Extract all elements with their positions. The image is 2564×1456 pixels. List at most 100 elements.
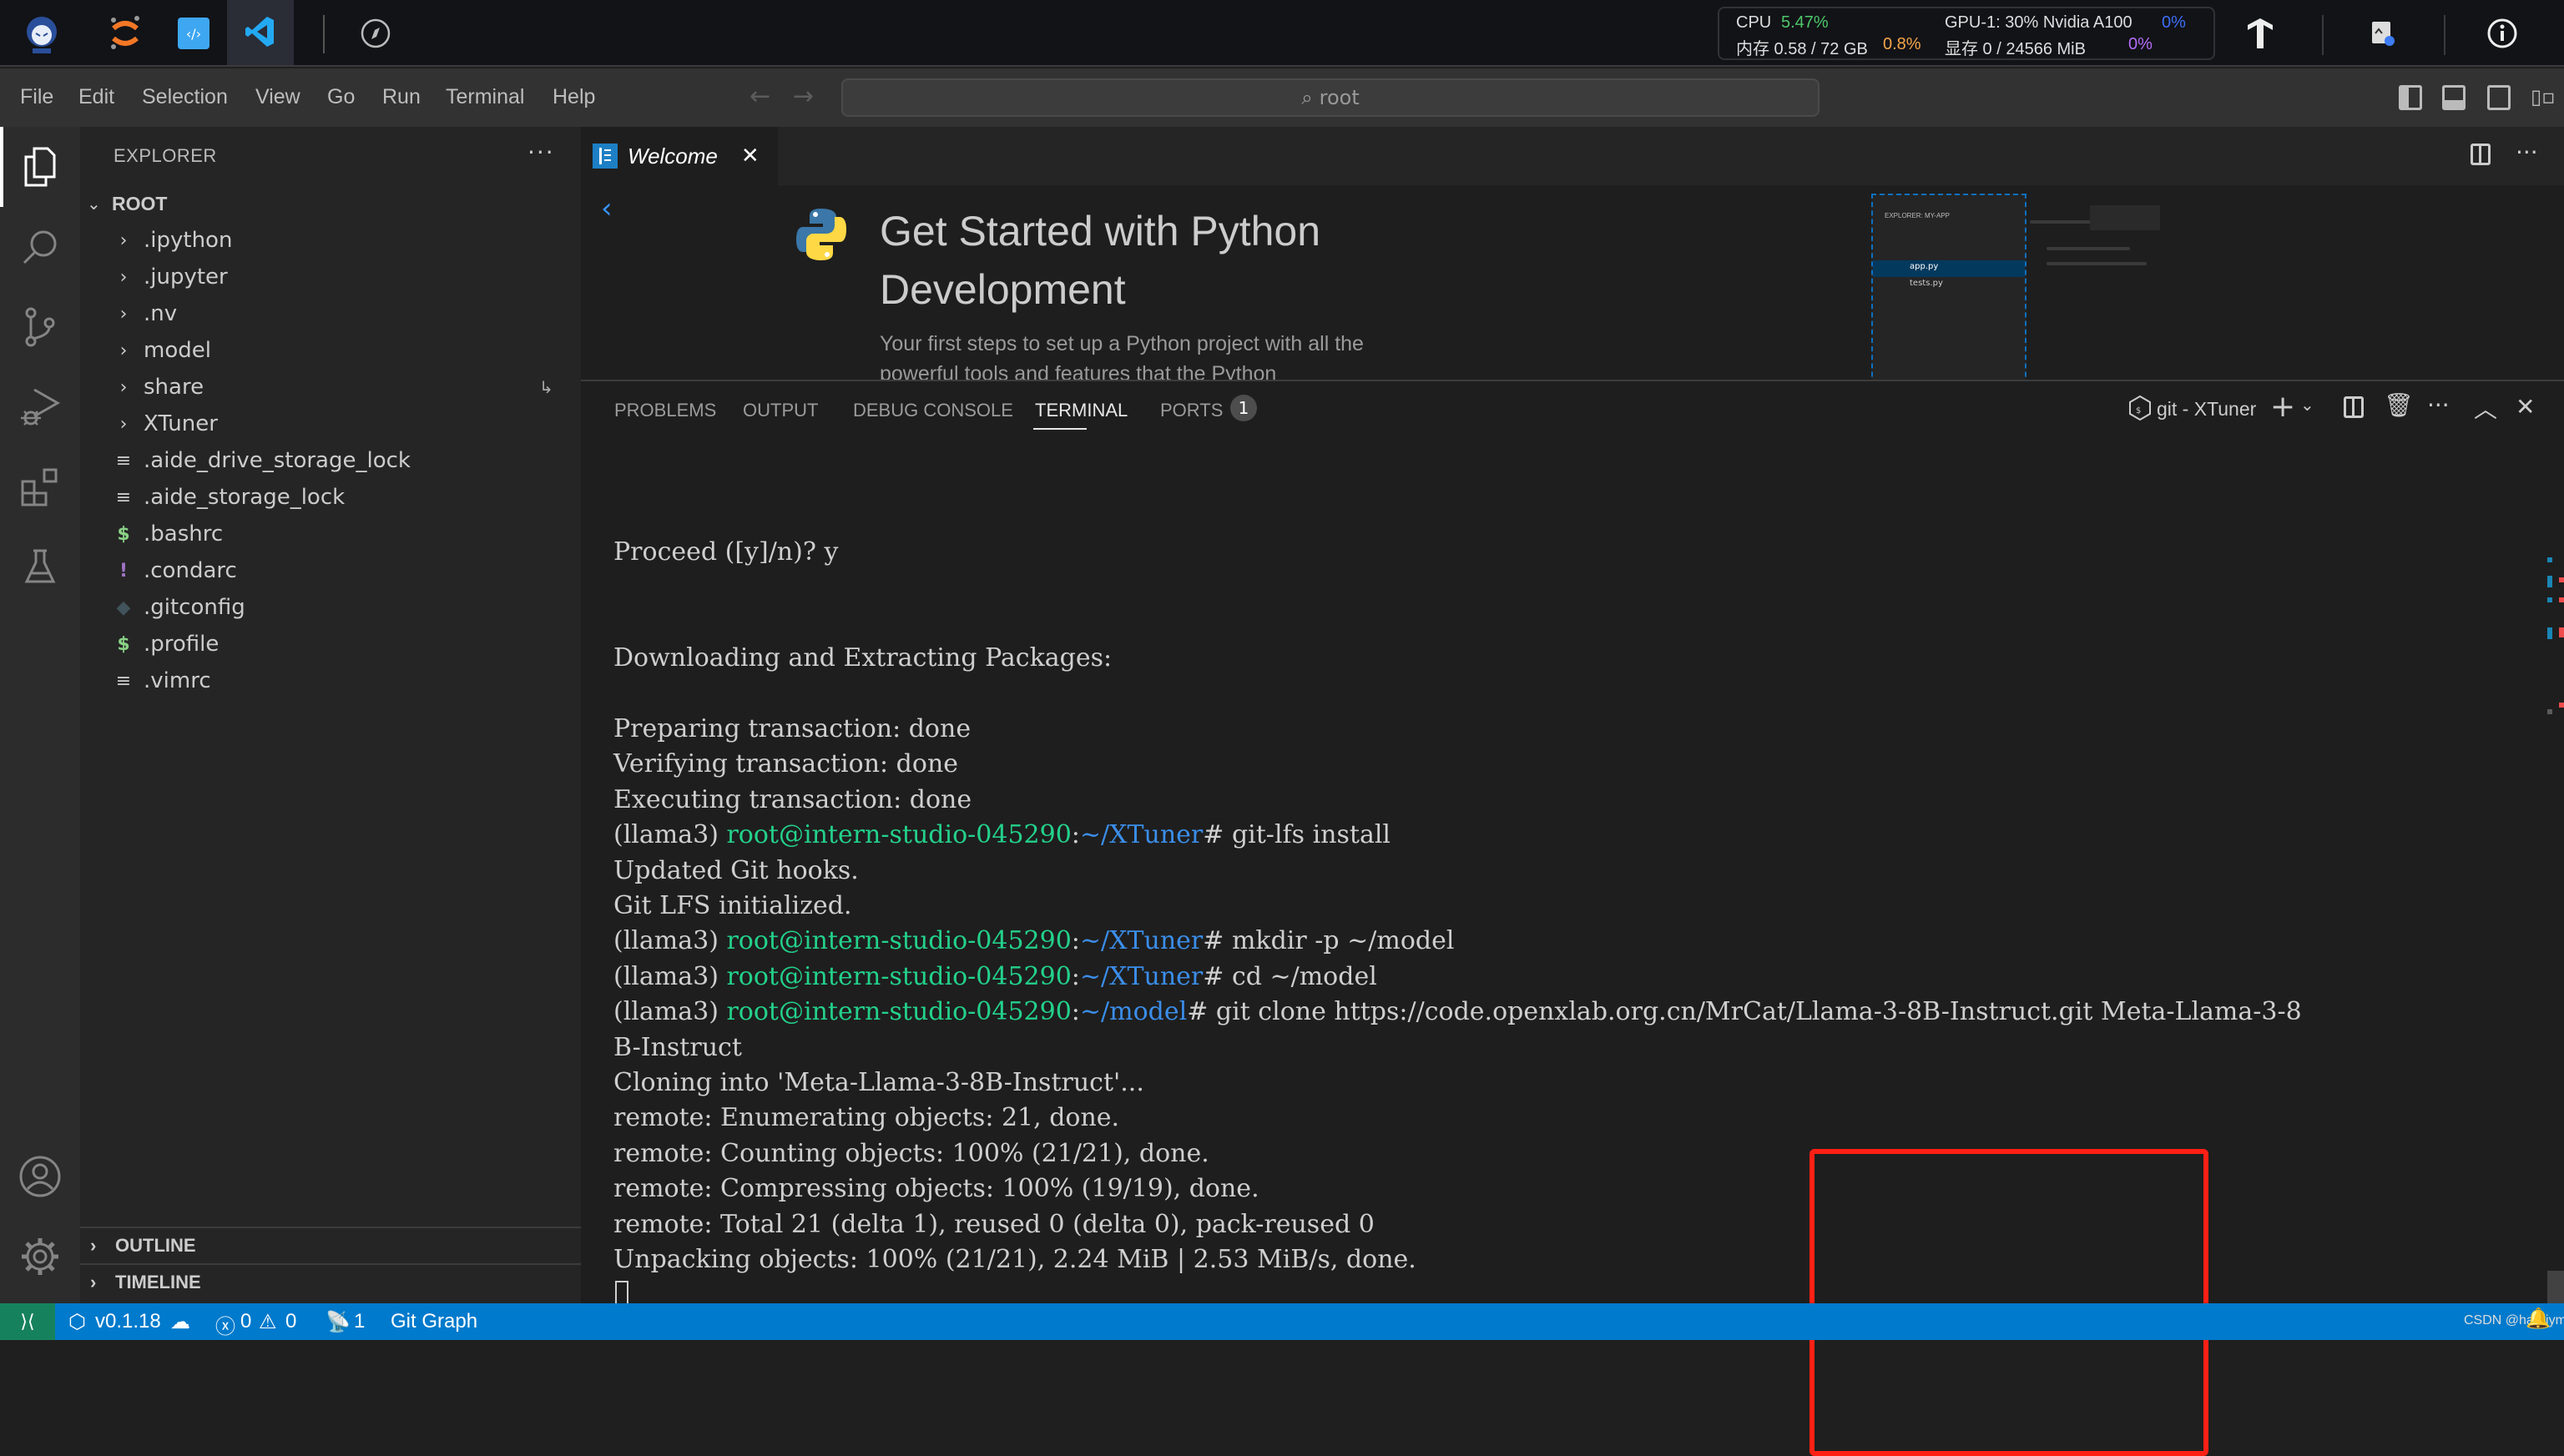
terminal-line: Unpacking objects: 100% (21/21), 2.24 Mi… xyxy=(613,1245,1416,1274)
toggle-primary-sidebar-icon[interactable] xyxy=(2399,85,2422,110)
tree-file[interactable]: ≡ .aide_drive_storage_lock xyxy=(80,442,581,479)
prompt-user: root@intern-studio-045290 xyxy=(726,820,1072,850)
tree-folder[interactable]: › .nv xyxy=(80,295,581,332)
terminal-line: Updated Git hooks. xyxy=(613,855,859,885)
timeline-section[interactable]: › TIMELINE xyxy=(80,1263,581,1300)
terminal-line: Preparing transaction: done xyxy=(613,714,972,743)
ports-broadcast-icon[interactable]: 📡 xyxy=(326,1310,351,1334)
source-control-icon[interactable] xyxy=(0,287,80,367)
tensorflow-icon[interactable] xyxy=(2233,7,2287,60)
tree-item-label: .vimrc xyxy=(144,668,211,693)
more-actions-icon[interactable]: ··· xyxy=(527,139,555,166)
split-editor-icon[interactable] xyxy=(2471,144,2491,165)
tree-file[interactable]: ◆ .gitconfig xyxy=(80,589,581,626)
cpu-label: CPU xyxy=(1736,13,1772,32)
outline-label: OUTLINE xyxy=(115,1235,196,1256)
menu-help[interactable]: Help xyxy=(553,85,595,109)
terminal-line: Git LFS initialized. xyxy=(613,891,852,920)
tree-file[interactable]: ≡ .vimrc xyxy=(80,663,581,699)
run-debug-icon[interactable] xyxy=(0,367,80,447)
explorer-title: EXPLORER xyxy=(114,145,217,166)
prompt-path: ~/XTuner xyxy=(1079,820,1204,850)
tree-folder[interactable]: › .ipython xyxy=(80,222,581,259)
accounts-icon[interactable] xyxy=(0,1136,80,1217)
menu-go[interactable]: Go xyxy=(327,85,355,109)
warnings-icon[interactable]: ⚠ xyxy=(259,1310,277,1334)
sync-cloud-icon[interactable]: ☁ xyxy=(170,1310,190,1334)
tree-folder[interactable]: › XTuner xyxy=(80,406,581,442)
timeline-label: TIMELINE xyxy=(115,1272,201,1292)
menu-edit[interactable]: Edit xyxy=(78,85,114,109)
tag-icon: ⬡ xyxy=(68,1311,86,1333)
prompt-path: ~/XTuner xyxy=(1079,926,1204,956)
terminal-line: Cloning into 'Meta-Llama-3-8B-Instruct'.… xyxy=(613,1068,1144,1097)
welcome-page: ‹ Get Started with Python Development Yo… xyxy=(581,185,2564,380)
chevron-right-icon: › xyxy=(119,266,128,288)
tree-file[interactable]: ! .condarc xyxy=(80,552,581,589)
jupyter-icon[interactable] xyxy=(98,7,152,60)
remote-indicator[interactable]: ⟩⟨ xyxy=(0,1303,55,1340)
tree-file[interactable]: $ .profile xyxy=(80,626,581,663)
version-label[interactable]: v0.1.18 xyxy=(95,1310,161,1333)
back-chevron-icon[interactable]: ‹ xyxy=(601,192,613,225)
customize-layout-icon[interactable]: ▯▫ xyxy=(2531,85,2555,108)
chevron-right-icon: › xyxy=(119,413,128,435)
command-center-search[interactable]: ⌕ root xyxy=(841,78,1820,117)
editor-more-actions-icon[interactable]: ··· xyxy=(2516,139,2538,166)
errors-icon[interactable]: ⓧ xyxy=(215,1310,235,1339)
chevron-right-icon: › xyxy=(119,376,128,398)
tree-folder[interactable]: › model xyxy=(80,332,581,369)
outline-section[interactable]: › OUTLINE xyxy=(80,1227,581,1263)
extensions-icon[interactable] xyxy=(0,447,80,527)
code-server-icon[interactable]: ‹/› xyxy=(167,7,220,60)
errors-count[interactable]: 0 xyxy=(240,1310,251,1333)
tree-item-label: .aide_drive_storage_lock xyxy=(144,448,411,473)
terminal-output[interactable]: Proceed ([y]/n)? y Downloading and Extrac… xyxy=(613,381,2533,1310)
warnings-count[interactable]: 0 xyxy=(285,1310,296,1333)
tree-item-label: .bashrc xyxy=(144,521,224,547)
settings-gear-icon[interactable] xyxy=(0,1217,80,1297)
activity-bar xyxy=(0,127,80,1303)
tree-folder[interactable]: › share xyxy=(80,369,581,406)
notifications-bell-icon[interactable]: 🔔 xyxy=(2526,1307,2551,1331)
tree-item-label: XTuner xyxy=(144,411,218,436)
explorer-icon[interactable] xyxy=(0,127,80,207)
back-arrow-icon[interactable]: ← xyxy=(750,82,770,111)
tree-file[interactable]: $ .bashrc xyxy=(80,516,581,552)
vscode-app-tab[interactable] xyxy=(227,0,294,65)
toggle-panel-icon[interactable] xyxy=(2442,85,2466,110)
menu-file[interactable]: File xyxy=(20,85,53,109)
compass-icon[interactable] xyxy=(349,7,402,60)
intern-studio-logo-icon[interactable] xyxy=(15,7,68,60)
forwarded-ports-count[interactable]: 1 xyxy=(354,1310,365,1333)
testing-icon[interactable] xyxy=(0,527,80,607)
tab-welcome[interactable]: Welcome ✕ xyxy=(581,127,778,185)
yaml-file-icon: ! xyxy=(119,560,129,582)
menu-selection[interactable]: Selection xyxy=(142,85,228,109)
tree-item-label: .ipython xyxy=(144,228,233,253)
terminal-line: Proceed ([y]/n)? y xyxy=(613,537,839,567)
bottom-panel: PROBLEMS OUTPUT DEBUG CONSOLE TERMINAL P… xyxy=(581,380,2564,1456)
monitor-image-icon[interactable] xyxy=(2355,7,2409,60)
menu-terminal[interactable]: Terminal xyxy=(446,85,524,109)
close-tab-icon[interactable]: ✕ xyxy=(741,144,760,169)
command-text: git-lfs install xyxy=(1231,820,1391,850)
info-icon[interactable] xyxy=(2476,7,2529,60)
terminal-command-line: (llama3) root@intern-studio-045290:~/mod… xyxy=(613,997,2302,1027)
tab-label: Welcome xyxy=(628,143,718,169)
git-graph-button[interactable]: Git Graph xyxy=(391,1310,477,1333)
search-icon: ⌕ xyxy=(1301,86,1313,109)
vram-value: 0% xyxy=(2128,35,2153,53)
welcome-page-icon xyxy=(593,144,618,169)
forward-arrow-icon[interactable]: → xyxy=(793,82,814,111)
toggle-secondary-sidebar-icon[interactable] xyxy=(2487,85,2511,110)
terminal-line: remote: Total 21 (delta 1), reused 0 (de… xyxy=(613,1209,1375,1239)
menu-view[interactable]: View xyxy=(255,85,300,109)
tree-file[interactable]: ≡ .aide_storage_lock xyxy=(80,479,581,516)
tree-folder[interactable]: › .jupyter xyxy=(80,259,581,295)
menu-run[interactable]: Run xyxy=(382,85,421,109)
tree-root[interactable]: ⌄ ROOT xyxy=(80,185,581,222)
text-file-icon: ≡ xyxy=(115,486,132,508)
terminal-scrollbar-thumb[interactable] xyxy=(2547,1271,2564,1305)
search-icon[interactable] xyxy=(0,207,80,287)
